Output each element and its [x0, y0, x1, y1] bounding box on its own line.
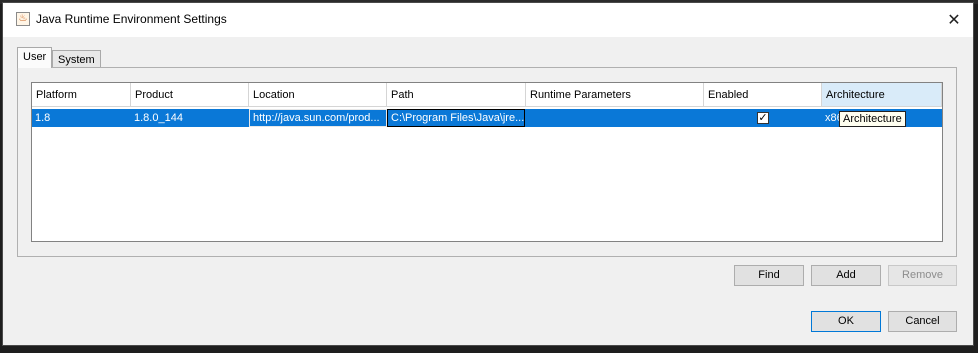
cell-location[interactable]: http://java.sun.com/prod... [249, 109, 387, 127]
column-header-architecture[interactable]: Architecture [822, 83, 942, 107]
close-icon[interactable]: ✕ [943, 9, 965, 31]
enabled-checkbox[interactable]: ✓ [757, 112, 769, 124]
add-button[interactable]: Add [811, 265, 881, 286]
window-title: Java Runtime Environment Settings [36, 12, 227, 26]
table-row[interactable]: 1.8 1.8.0_144 http://java.sun.com/prod..… [32, 109, 942, 127]
cell-path[interactable]: C:\Program Files\Java\jre... [387, 109, 525, 127]
column-header-enabled[interactable]: Enabled [704, 83, 822, 107]
architecture-tooltip: Architecture [839, 111, 906, 127]
find-button[interactable]: Find [734, 265, 804, 286]
column-header-platform[interactable]: Platform [32, 83, 131, 107]
java-app-icon: ♨ [16, 12, 30, 26]
column-header-path[interactable]: Path [387, 83, 526, 107]
cell-platform[interactable]: 1.8 [32, 109, 131, 127]
tab-system[interactable]: System [52, 50, 101, 68]
cell-runtime-parameters[interactable] [526, 109, 704, 127]
cancel-button[interactable]: Cancel [888, 311, 957, 332]
remove-button[interactable]: Remove [888, 265, 957, 286]
jre-table: Platform Product Location Path Runtime P… [31, 82, 943, 242]
title-bar: ♨ Java Runtime Environment Settings ✕ [3, 3, 973, 37]
column-header-location[interactable]: Location [249, 83, 387, 107]
cell-product[interactable]: 1.8.0_144 [131, 109, 249, 127]
column-header-runtime-parameters[interactable]: Runtime Parameters [526, 83, 704, 107]
column-header-product[interactable]: Product [131, 83, 249, 107]
tab-user[interactable]: User [17, 47, 53, 68]
ok-button[interactable]: OK [811, 311, 881, 332]
